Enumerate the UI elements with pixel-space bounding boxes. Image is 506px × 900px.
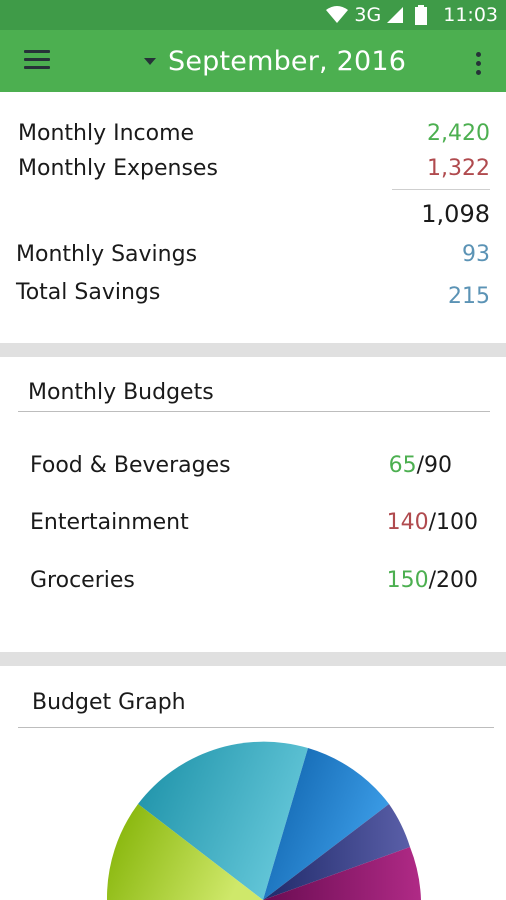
signal-icon bbox=[387, 7, 404, 23]
income-value: 2,420 bbox=[427, 121, 490, 146]
network-type: 3G bbox=[354, 4, 382, 26]
budgets-heading: Monthly Budgets bbox=[28, 380, 214, 405]
expenses-row: Monthly Expenses 1,322 bbox=[0, 156, 506, 190]
section-separator bbox=[0, 343, 506, 357]
budget-item-label: Entertainment bbox=[30, 510, 189, 535]
net-row: 1,098 bbox=[0, 200, 506, 234]
budget-item-food[interactable]: Food & Beverages 65/90 bbox=[30, 453, 478, 487]
monthly-savings-value: 93 bbox=[462, 242, 490, 267]
monthly-savings-row: Monthly Savings 93 bbox=[0, 242, 506, 276]
wifi-icon bbox=[326, 6, 349, 23]
budget-spent: 150 bbox=[386, 568, 429, 593]
budget-spent: 65 bbox=[388, 453, 417, 478]
caret-down-icon bbox=[144, 57, 156, 65]
monthly-savings-label: Monthly Savings bbox=[16, 242, 198, 267]
status-icons: 3G 11:03 bbox=[326, 0, 498, 30]
budget-pie-chart[interactable] bbox=[0, 730, 506, 900]
graph-heading-rule bbox=[18, 727, 494, 728]
more-vert-icon[interactable] bbox=[470, 50, 486, 76]
total-savings-value: 215 bbox=[448, 284, 490, 309]
total-savings-row: Total Savings 215 bbox=[0, 280, 506, 314]
budget-item-entertainment[interactable]: Entertainment 140/100 bbox=[30, 510, 478, 544]
net-value: 1,098 bbox=[421, 200, 490, 228]
expenses-label: Monthly Expenses bbox=[18, 156, 218, 181]
expenses-value: 1,322 bbox=[427, 156, 490, 181]
section-separator bbox=[0, 652, 506, 666]
budget-item-label: Food & Beverages bbox=[30, 453, 231, 478]
clock: 11:03 bbox=[443, 4, 498, 26]
budget-item-label: Groceries bbox=[30, 568, 135, 593]
budget-limit: /100 bbox=[428, 510, 478, 535]
budget-item-value: 150/200 bbox=[387, 568, 478, 593]
budget-limit: /200 bbox=[428, 568, 478, 593]
budget-item-groceries[interactable]: Groceries 150/200 bbox=[30, 568, 478, 602]
page-title: September, 2016 bbox=[168, 45, 407, 77]
battery-icon bbox=[415, 5, 428, 25]
total-savings-label: Total Savings bbox=[16, 280, 161, 305]
summary-card: Monthly Income 2,420 Monthly Expenses 1,… bbox=[0, 92, 506, 342]
app-bar: September, 2016 bbox=[0, 30, 506, 92]
sum-divider bbox=[392, 189, 490, 190]
hamburger-menu-icon[interactable] bbox=[24, 50, 52, 72]
budget-limit: /90 bbox=[416, 453, 452, 478]
status-bar: 3G 11:03 bbox=[0, 0, 506, 30]
income-label: Monthly Income bbox=[18, 121, 195, 146]
budget-item-value: 140/100 bbox=[387, 510, 478, 535]
pie-slices bbox=[106, 741, 421, 900]
budget-spent: 140 bbox=[386, 510, 429, 535]
graph-heading: Budget Graph bbox=[32, 690, 186, 715]
budgets-heading-rule bbox=[18, 411, 490, 412]
budget-item-value: 65/90 bbox=[389, 453, 452, 478]
month-selector[interactable]: September, 2016 bbox=[144, 30, 406, 92]
income-row: Monthly Income 2,420 bbox=[0, 121, 506, 155]
